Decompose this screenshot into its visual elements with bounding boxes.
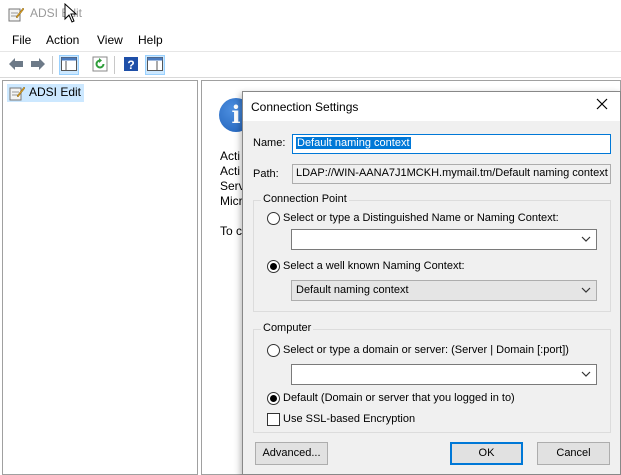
radio-domain-server-label[interactable]: Select or type a domain or server: (Serv… xyxy=(283,344,569,356)
forward-button[interactable] xyxy=(28,55,48,75)
computer-title: Computer xyxy=(261,322,314,334)
menu-help[interactable]: Help xyxy=(138,33,163,47)
tree-item-label: ADSI Edit xyxy=(29,85,82,99)
show-console-tree-button[interactable] xyxy=(59,55,79,75)
connection-point-title: Connection Point xyxy=(261,193,349,205)
toolbar: ? xyxy=(0,51,621,78)
name-label: Name: xyxy=(253,137,286,149)
radio-distinguished-name-label[interactable]: Select or type a Distinguished Name or N… xyxy=(283,212,559,224)
ok-button[interactable]: OK xyxy=(450,442,523,465)
refresh-icon xyxy=(92,56,108,75)
main-text-line: Acti xyxy=(220,164,241,178)
main-text-line: Micr xyxy=(220,194,243,208)
adsi-edit-icon xyxy=(9,85,26,101)
main-text-line: Serv xyxy=(220,179,245,193)
radio-well-known-context-label[interactable]: Select a well known Naming Context: xyxy=(283,260,465,272)
mouse-cursor-icon xyxy=(64,2,78,23)
chevron-down-icon xyxy=(581,284,591,296)
toolbar-separator xyxy=(52,56,53,74)
console-tree-icon xyxy=(61,56,77,74)
svg-text:?: ? xyxy=(127,58,134,72)
help-icon: ? xyxy=(123,56,139,75)
back-button[interactable] xyxy=(6,55,26,75)
chevron-down-icon xyxy=(581,233,591,245)
back-arrow-icon xyxy=(8,57,24,74)
name-input[interactable]: Default naming context xyxy=(292,134,611,154)
refresh-button[interactable] xyxy=(90,55,110,75)
select-value: Default naming context xyxy=(296,284,409,296)
show-action-pane-button[interactable] xyxy=(145,55,165,75)
chevron-down-icon xyxy=(581,368,591,380)
well-known-context-select[interactable]: Default naming context xyxy=(291,280,597,301)
toolbar-separator xyxy=(114,56,115,74)
adsi-edit-icon xyxy=(8,6,25,22)
ssl-encryption-checkbox[interactable] xyxy=(267,413,280,426)
title-bar: ADSI Edit xyxy=(0,0,621,30)
distinguished-name-combo[interactable] xyxy=(291,229,597,250)
radio-distinguished-name[interactable] xyxy=(267,212,280,225)
main-text-line: To c xyxy=(220,224,243,238)
console-tree-pane: ADSI Edit xyxy=(2,80,198,475)
radio-default-domain-label[interactable]: Default (Domain or server that you logge… xyxy=(283,392,515,404)
menu-action[interactable]: Action xyxy=(46,33,79,47)
radio-well-known-context[interactable] xyxy=(267,260,280,273)
path-field-value: LDAP://WIN-AANA7J1MCKH.mymail.tm/Default… xyxy=(296,167,608,179)
forward-arrow-icon xyxy=(30,57,46,74)
action-pane-icon xyxy=(147,56,163,74)
main-text-line: Acti xyxy=(220,149,241,163)
close-icon xyxy=(596,97,608,114)
dialog-title-bar: Connection Settings xyxy=(243,92,620,121)
name-input-value: Default naming context xyxy=(296,137,411,149)
radio-default-domain[interactable] xyxy=(267,392,280,405)
menu-bar: File Action View Help xyxy=(0,30,621,51)
help-button[interactable]: ? xyxy=(121,55,141,75)
tree-item-adsi-edit[interactable]: ADSI Edit xyxy=(7,84,85,102)
path-field[interactable]: LDAP://WIN-AANA7J1MCKH.mymail.tm/Default… xyxy=(292,164,611,184)
menu-file[interactable]: File xyxy=(12,33,31,47)
menu-view[interactable]: View xyxy=(97,33,123,47)
ssl-encryption-label[interactable]: Use SSL-based Encryption xyxy=(283,413,415,425)
cancel-button[interactable]: Cancel xyxy=(537,442,610,465)
dialog-title: Connection Settings xyxy=(251,100,359,114)
domain-server-combo[interactable] xyxy=(291,364,597,385)
radio-domain-server[interactable] xyxy=(267,344,280,357)
connection-settings-dialog: Connection Settings Name: Default naming… xyxy=(242,91,621,475)
path-label: Path: xyxy=(253,168,279,180)
dialog-close-button[interactable] xyxy=(592,96,612,116)
advanced-button[interactable]: Advanced... xyxy=(255,442,328,465)
